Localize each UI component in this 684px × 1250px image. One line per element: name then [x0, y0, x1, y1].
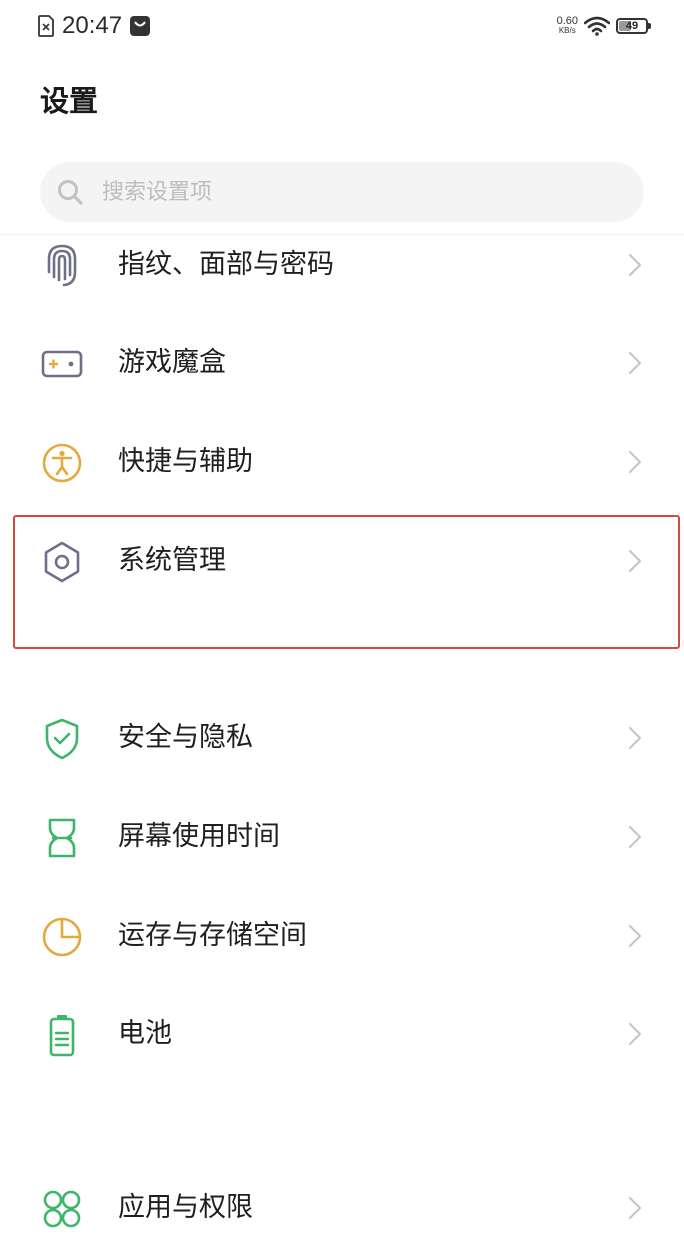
menu-item-fingerprint-face-password[interactable]: 指纹、面部与密码 [0, 223, 684, 307]
pie-chart-icon [42, 917, 82, 957]
menu-item-security-privacy[interactable]: 安全与隐私 [0, 696, 684, 780]
menu-item-memory-storage[interactable]: 运存与存储空间 [0, 894, 684, 978]
settings-menu-list: 指纹、面部与密码 游戏魔盒 快捷与辅助 系统管理 安全与隐私 屏幕使用时间 运存… [0, 0, 684, 1228]
chevron-right-icon [628, 450, 642, 474]
menu-item-shortcuts-accessibility[interactable]: 快捷与辅助 [0, 420, 684, 504]
chevron-right-icon [628, 1022, 642, 1046]
chevron-right-icon [628, 253, 642, 277]
accessibility-icon [42, 443, 82, 483]
menu-item-label: 系统管理 [118, 545, 226, 576]
menu-item-system-management[interactable]: 系统管理 [0, 519, 684, 603]
menu-item-label: 游戏魔盒 [118, 347, 226, 378]
hourglass-icon [48, 818, 76, 858]
shield-check-icon [45, 718, 79, 760]
menu-item-label: 运存与存储空间 [118, 920, 307, 951]
hexagon-settings-icon [44, 541, 80, 583]
menu-item-label: 快捷与辅助 [118, 446, 253, 477]
menu-item-label: 安全与隐私 [118, 722, 253, 753]
chevron-right-icon [628, 726, 642, 750]
gamepad-icon [41, 350, 83, 378]
fingerprint-icon [47, 244, 77, 287]
menu-item-label: 电池 [118, 1018, 172, 1049]
apps-grid-icon [43, 1190, 81, 1228]
chevron-right-icon [628, 924, 642, 948]
battery-icon [49, 1015, 75, 1057]
menu-item-battery[interactable]: 电池 [0, 992, 684, 1076]
menu-item-label: 屏幕使用时间 [118, 821, 280, 852]
chevron-right-icon [628, 351, 642, 375]
menu-item-game-box[interactable]: 游戏魔盒 [0, 321, 684, 405]
menu-item-apps-permissions[interactable]: 应用与权限 [0, 1166, 684, 1250]
menu-item-label: 指纹、面部与密码 [118, 249, 334, 280]
menu-item-label: 应用与权限 [118, 1192, 253, 1223]
menu-item-screen-time[interactable]: 屏幕使用时间 [0, 795, 684, 879]
chevron-right-icon [628, 1196, 642, 1220]
chevron-right-icon [628, 549, 642, 573]
chevron-right-icon [628, 825, 642, 849]
